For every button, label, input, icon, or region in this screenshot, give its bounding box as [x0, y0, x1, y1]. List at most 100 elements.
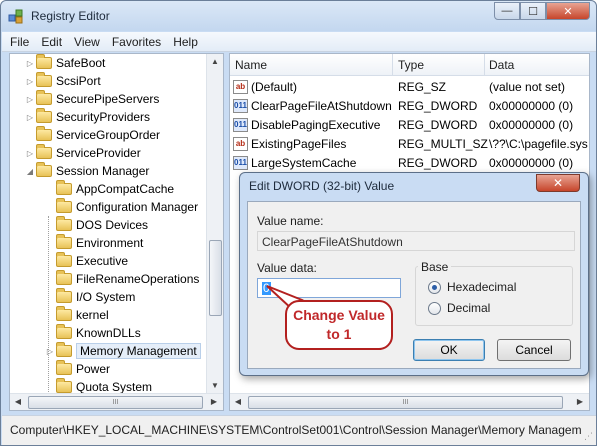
scroll-right-arrow-icon[interactable]: ▶	[206, 394, 222, 410]
tree-item[interactable]: Environment	[44, 234, 143, 252]
tree-item-label: Configuration Manager	[76, 200, 199, 214]
decimal-radio[interactable]	[428, 302, 441, 315]
column-divider[interactable]	[392, 54, 393, 76]
value-name: LargeSystemCache	[251, 156, 357, 170]
menu-file[interactable]: File	[10, 35, 29, 49]
expand-arrow-icon[interactable]: ▷	[24, 95, 36, 104]
tree-item-label: ScsiPort	[56, 74, 101, 88]
tree-item-label: Quota System	[76, 380, 153, 394]
scroll-right-arrow-icon[interactable]: ▶	[572, 394, 588, 410]
close-button[interactable]: ✕	[546, 2, 590, 20]
value-name: (Default)	[251, 80, 298, 94]
tree-item-label: Session Manager	[56, 164, 150, 178]
window-title: Registry Editor	[31, 9, 110, 23]
expand-arrow-icon[interactable]: ▷	[24, 77, 36, 86]
scroll-left-arrow-icon[interactable]: ◀	[10, 394, 26, 410]
decimal-label[interactable]: Decimal	[447, 301, 490, 315]
title-bar[interactable]: Registry Editor — ☐ ✕	[1, 1, 596, 31]
column-type[interactable]: Type	[398, 58, 424, 72]
expand-arrow-icon[interactable]: ▷	[44, 347, 56, 356]
tree-item-label: kernel	[76, 308, 109, 322]
cancel-button[interactable]: Cancel	[497, 339, 571, 361]
hexadecimal-radio[interactable]	[428, 281, 441, 294]
column-name[interactable]: Name	[235, 58, 267, 72]
expand-arrow-icon[interactable]: ▷	[24, 149, 36, 158]
value-type: REG_DWORD	[398, 156, 478, 170]
tree-item[interactable]: Power	[44, 360, 110, 378]
key-path: Computer\HKEY_LOCAL_MACHINE\SYSTEM\Contr…	[10, 423, 582, 437]
tree-item[interactable]: Configuration Manager	[44, 198, 198, 216]
tree-item[interactable]: ▷ SecurityProviders	[24, 108, 150, 126]
ok-button[interactable]: OK	[413, 339, 485, 361]
column-data[interactable]: Data	[489, 58, 514, 72]
folder-icon	[56, 180, 72, 195]
tree-item[interactable]: ServiceGroupOrder	[24, 126, 160, 144]
list-hscroll-thumb[interactable]: III	[248, 396, 563, 409]
tree-item[interactable]: ▷ Memory Management	[44, 342, 201, 360]
value-type: REG_DWORD	[398, 99, 478, 113]
value-type: REG_MULTI_SZ	[398, 137, 488, 151]
maximize-button[interactable]: ☐	[520, 2, 546, 20]
tree-item[interactable]: ▷ SafeBoot	[24, 54, 105, 72]
menu-favorites[interactable]: Favorites	[112, 35, 161, 49]
tree-item-label: Power	[76, 362, 111, 376]
tree-item-label: Memory Management	[76, 343, 201, 359]
resize-grip-icon[interactable]: ⋰	[584, 431, 593, 442]
value-row[interactable]: ab (Default) REG_SZ (value not set)	[230, 78, 589, 97]
value-type: REG_SZ	[398, 80, 447, 94]
tree-item[interactable]: I/O System	[44, 288, 135, 306]
menu-view[interactable]: View	[74, 35, 100, 49]
minimize-button[interactable]: —	[494, 2, 520, 20]
tree-scroll-thumb[interactable]	[209, 240, 222, 316]
base-group	[415, 266, 573, 326]
folder-icon	[56, 378, 72, 393]
value-name-label: Value name:	[257, 214, 324, 228]
value-type: REG_DWORD	[398, 118, 478, 132]
tree-item[interactable]: Executive	[44, 252, 128, 270]
value-data-input[interactable]: 0	[257, 278, 401, 298]
value-data: 0x00000000 (0)	[489, 99, 574, 113]
tree-item[interactable]: DOS Devices	[44, 216, 148, 234]
value-row[interactable]: ab ExistingPageFiles REG_MULTI_SZ \??\C:\pa…	[230, 135, 589, 154]
menu-edit[interactable]: Edit	[41, 35, 62, 49]
expand-arrow-icon[interactable]: ◢	[24, 167, 36, 176]
list-horizontal-scrollbar[interactable]: ◀ III ▶	[230, 393, 589, 410]
status-bar: Computer\HKEY_LOCAL_MACHINE\SYSTEM\Contr…	[2, 415, 596, 445]
menu-help[interactable]: Help	[173, 35, 198, 49]
tree-item[interactable]: FileRenameOperations	[44, 270, 199, 288]
expand-arrow-icon[interactable]: ▷	[24, 113, 36, 122]
value-name-field: ClearPageFileAtShutdown	[257, 231, 575, 251]
value-row[interactable]: 011 ClearPageFileAtShutdown REG_DWORD 0x000…	[230, 97, 589, 116]
value-row[interactable]: 011 DisablePagingExecutive REG_DWORD 0x0000…	[230, 116, 589, 135]
value-row[interactable]: 011 LargeSystemCache REG_DWORD 0x00000000 (…	[230, 154, 589, 173]
tree-item[interactable]: kernel	[44, 306, 109, 324]
dialog-close-button[interactable]: ✕	[536, 174, 580, 192]
tree-vertical-scrollbar[interactable]: ▲ ▼	[206, 54, 223, 394]
value-data-text: 0	[262, 281, 271, 295]
tree-item[interactable]: KnownDLLs	[44, 324, 141, 342]
dword-value-icon: 011	[233, 156, 248, 170]
expand-arrow-icon[interactable]: ▷	[24, 59, 36, 68]
tree-item[interactable]: ◢ Session Manager	[24, 162, 149, 180]
folder-icon	[56, 234, 72, 249]
scroll-up-arrow-icon[interactable]: ▲	[207, 54, 223, 70]
tree-hscroll-thumb[interactable]: III	[28, 396, 203, 409]
scroll-left-arrow-icon[interactable]: ◀	[230, 394, 246, 410]
menu-bar: File Edit View Favorites Help	[2, 32, 596, 52]
tree-item[interactable]: ▷ ServiceProvider	[24, 144, 141, 162]
tree-item[interactable]: ▷ ScsiPort	[24, 72, 101, 90]
tree-item[interactable]: AppCompatCache	[44, 180, 174, 198]
folder-icon	[56, 288, 72, 303]
tree-item[interactable]: ▷ SecurePipeServers	[24, 90, 159, 108]
scroll-down-arrow-icon[interactable]: ▼	[207, 378, 223, 394]
folder-icon	[36, 90, 52, 105]
key-tree-pane[interactable]: ▷ SafeBoot ▷ ScsiPort ▷ SecurePipeServers ▷ Sec…	[9, 53, 224, 411]
tree-item-label: FileRenameOperations	[76, 272, 200, 286]
folder-icon	[36, 72, 52, 87]
hexadecimal-label[interactable]: Hexadecimal	[447, 280, 516, 294]
column-divider[interactable]	[484, 54, 485, 76]
tree-item-label: ServiceProvider	[56, 146, 141, 160]
tree-horizontal-scrollbar[interactable]: ◀ III ▶	[10, 393, 223, 410]
tree-item-label: Executive	[76, 254, 129, 268]
tree-item-label: SafeBoot	[56, 56, 106, 70]
